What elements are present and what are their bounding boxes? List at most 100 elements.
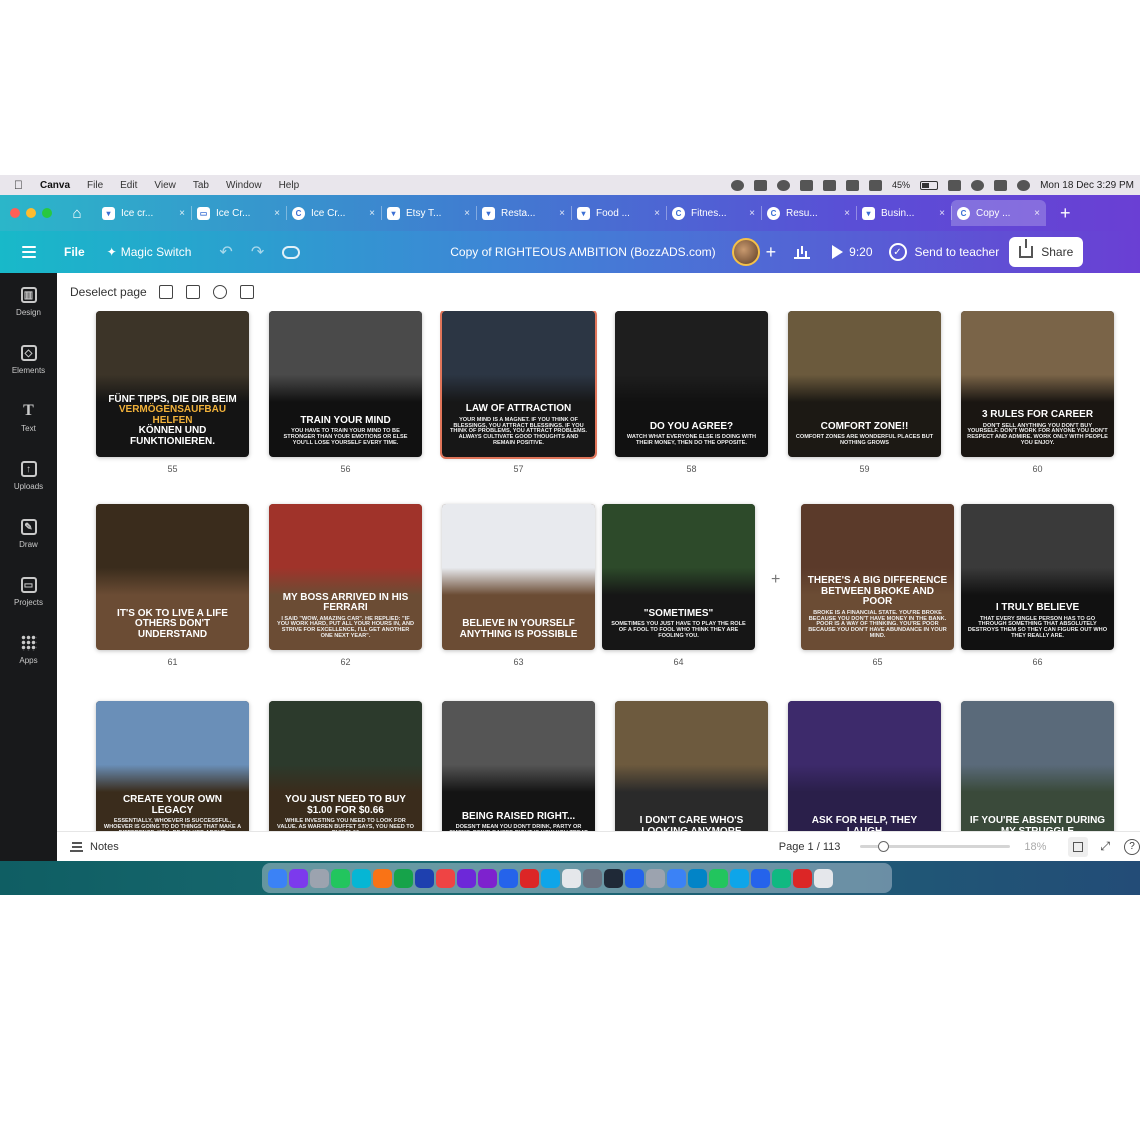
home-icon[interactable]: ⌂: [64, 202, 90, 224]
battery-icon[interactable]: [920, 180, 939, 190]
tab-1[interactable]: ▭ Ice Cr... ×: [191, 200, 286, 226]
close-icon[interactable]: ×: [369, 208, 375, 219]
insights-icon[interactable]: [794, 245, 811, 259]
close-icon[interactable]: ×: [939, 208, 945, 219]
menu-icon[interactable]: [22, 243, 36, 261]
share-button[interactable]: Share: [1009, 237, 1084, 267]
terminal-icon[interactable]: [583, 868, 602, 888]
grid-view-button[interactable]: [1068, 836, 1089, 857]
page-thumbnail[interactable]: ASK FOR HELP, THEY LAUGH: [788, 701, 941, 847]
wifi-icon[interactable]: [948, 179, 962, 191]
zoom-value[interactable]: 18%: [1024, 841, 1046, 853]
mail-icon[interactable]: [499, 868, 518, 888]
menu-tab[interactable]: Tab: [193, 180, 209, 191]
sidebar-item-apps-grid[interactable]: Apps: [0, 621, 57, 679]
menu-help[interactable]: Help: [279, 180, 300, 191]
minimize-window-button[interactable]: [26, 208, 36, 218]
window-icon[interactable]: [800, 179, 814, 191]
canva-icon[interactable]: [352, 868, 371, 888]
close-icon[interactable]: ×: [749, 208, 755, 219]
tab-3[interactable]: ▾ Etsy T... ×: [381, 200, 476, 226]
menu-window[interactable]: Window: [226, 180, 262, 191]
deselect-page-button[interactable]: Deselect page: [70, 285, 147, 299]
page-thumbnail[interactable]: LAW OF ATTRACTION YOUR MIND IS A MAGNET. …: [440, 311, 597, 459]
tab-8[interactable]: ▾ Busin... ×: [856, 200, 951, 226]
hide-page-icon[interactable]: [212, 285, 227, 299]
menu-canva[interactable]: Canva: [40, 180, 70, 191]
tab-9[interactable]: C Copy ... ×: [951, 200, 1046, 226]
siri-icon[interactable]: [289, 868, 308, 888]
system-preferences-icon[interactable]: [646, 868, 665, 888]
tab-4[interactable]: ▾ Resta... ×: [476, 200, 571, 226]
page-indicator[interactable]: Page 1 / 113: [779, 841, 841, 853]
quicktime-icon[interactable]: [751, 868, 770, 888]
menu-file[interactable]: File: [87, 180, 103, 191]
safari-icon[interactable]: [541, 868, 560, 888]
control-center-icon[interactable]: [994, 179, 1008, 191]
finder-2-icon[interactable]: [730, 868, 749, 888]
acrobat-icon[interactable]: [793, 868, 812, 888]
tab-5[interactable]: ▾ Food ... ×: [571, 200, 666, 226]
present-button[interactable]: 9:20: [832, 245, 873, 259]
duplicate-page-icon[interactable]: [185, 285, 200, 299]
notes-button[interactable]: Notes: [90, 841, 119, 853]
word-icon[interactable]: [625, 868, 644, 888]
undo-icon[interactable]: ↶: [219, 242, 232, 262]
page-thumbnail[interactable]: I DON'T CARE WHO'S LOOKING ANYMORE: [615, 701, 768, 847]
sidebar-item-layout[interactable]: ▥ Design: [0, 273, 57, 331]
bluetooth-icon[interactable]: [869, 179, 883, 191]
sidebar-item-cloud-upload[interactable]: ↑ Uploads: [0, 447, 57, 505]
notes-icon[interactable]: [562, 868, 581, 888]
page-thumbnail[interactable]: COMFORT ZONE!! COMFORT ZONES ARE WONDERFU…: [788, 311, 941, 457]
magic-switch-button[interactable]: ✦ Magic Switch: [107, 245, 192, 259]
close-icon[interactable]: ×: [559, 208, 565, 219]
page-thumbnail[interactable]: IT'S OK TO LIVE A LIFE OTHERS DON'T UNDE…: [96, 504, 249, 650]
fullscreen-icon[interactable]: ⤢: [1100, 839, 1110, 854]
add-page-icon[interactable]: [158, 285, 173, 299]
tab-0[interactable]: ▾ Ice cr... ×: [96, 200, 191, 226]
cloud-saved-icon[interactable]: [282, 245, 301, 259]
app-store-icon[interactable]: [688, 868, 707, 888]
page-thumbnail[interactable]: "SOMETIMES" SOMETIMES YOU JUST HAVE TO PL…: [602, 504, 755, 650]
illustrator-icon[interactable]: [373, 868, 392, 888]
close-icon[interactable]: ×: [274, 208, 280, 219]
insert-page-button[interactable]: +: [771, 571, 780, 589]
redo-icon[interactable]: ↷: [251, 242, 264, 262]
after-effects-icon[interactable]: [478, 868, 497, 888]
maximize-window-button[interactable]: [42, 208, 52, 218]
page-thumbnail[interactable]: IF YOU'RE ABSENT DURING MY STRUGGLE: [961, 701, 1114, 847]
keynote-icon[interactable]: [604, 868, 623, 888]
sidebar-item-folder[interactable]: ▭ Projects: [0, 563, 57, 621]
close-icon[interactable]: ×: [654, 208, 660, 219]
sidebar-item-pen[interactable]: ✎ Draw: [0, 505, 57, 563]
siri-icon[interactable]: [1017, 179, 1031, 191]
close-icon[interactable]: ×: [844, 208, 850, 219]
page-thumbnail[interactable]: CREATE YOUR OWN LEGACY ESSENTIALLY, WHOEV…: [96, 701, 249, 847]
close-window-button[interactable]: [10, 208, 20, 218]
close-icon[interactable]: ×: [179, 208, 185, 219]
add-collaborator-button[interactable]: +: [766, 242, 777, 263]
sidebar-item-text[interactable]: T Text: [0, 389, 57, 447]
tab-6[interactable]: C Fitnes... ×: [666, 200, 761, 226]
clock[interactable]: Mon 18 Dec 3:29 PM: [1040, 180, 1134, 191]
page-thumbnail[interactable]: FÜNF TIPPS, DIE DIR BEIM VERMÖGENSAUFBAU …: [96, 311, 249, 457]
page-thumbnail[interactable]: YOU JUST NEED TO BUY $1.00 FOR $0.66 WHIL…: [269, 701, 422, 847]
volume-icon[interactable]: [846, 179, 860, 191]
page-thumbnail[interactable]: I TRULY BELIEVE THAT EVERY SINGLE PERSON …: [961, 504, 1114, 650]
close-icon[interactable]: ×: [1034, 208, 1040, 219]
help-icon[interactable]: ?: [1124, 838, 1140, 855]
screen-record-icon[interactable]: [731, 179, 745, 191]
tab-2[interactable]: C Ice Cr... ×: [286, 200, 381, 226]
apple-icon[interactable]: : [14, 178, 28, 192]
facetime-icon[interactable]: [709, 868, 728, 888]
page-thumbnail[interactable]: BELIEVE IN YOURSELF ANYTHING IS POSSIBLE: [442, 504, 595, 650]
calendar-icon[interactable]: [520, 868, 539, 888]
menu-view[interactable]: View: [154, 180, 176, 191]
zoom-slider-handle[interactable]: [878, 841, 890, 852]
page-thumbnail[interactable]: MY BOSS ARRIVED IN HIS FERRARI I SAID "WO…: [269, 504, 422, 650]
photoshop-icon[interactable]: [415, 868, 434, 888]
indesign-icon[interactable]: [436, 868, 455, 888]
screenshot-icon[interactable]: [754, 179, 768, 191]
new-tab-button[interactable]: +: [1060, 203, 1071, 224]
sidebar-item-shapes[interactable]: ◇ Elements: [0, 331, 57, 389]
